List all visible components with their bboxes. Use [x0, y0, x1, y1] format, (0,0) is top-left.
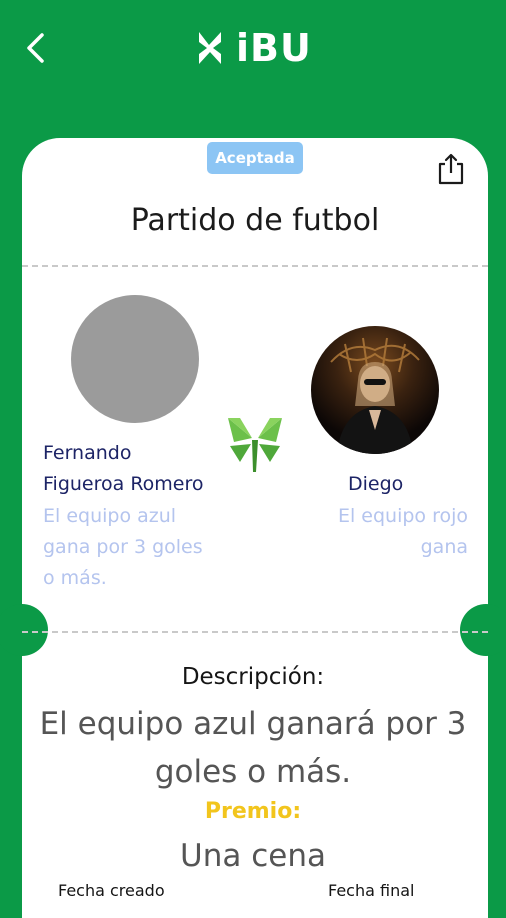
clover-logo-icon: [199, 32, 221, 64]
divider-ticket: [22, 631, 488, 633]
bet-title: Partido de futbol: [130, 203, 380, 238]
share-icon[interactable]: [436, 152, 466, 186]
ticket-notch-right: [460, 604, 506, 656]
description-text: El equipo azul ganará por 3 goles o más.: [30, 700, 476, 796]
right-player-condition-line1: El equipo rojo: [337, 505, 468, 527]
description-heading: Descripción:: [181, 664, 325, 690]
description-line2: goles o más.: [154, 754, 352, 790]
left-player-name-line2: Figueroa Romero: [43, 473, 204, 495]
avatar-left-player[interactable]: [71, 295, 199, 423]
avatar-right-player[interactable]: [311, 326, 439, 454]
brand-logo: iBU: [190, 28, 312, 68]
left-player-condition-line2: gana por 3 goles: [43, 536, 203, 558]
prize-heading: Premio:: [204, 799, 302, 824]
left-player-condition-line1: El equipo azul: [43, 505, 177, 527]
app-header: iBU: [0, 0, 506, 100]
left-player-name-line1: Fernando: [43, 442, 132, 464]
divider-top: [22, 265, 488, 267]
right-player-name: Diego: [348, 473, 404, 495]
description-line1: El equipo azul ganará por 3: [39, 706, 467, 742]
clover-icon: [228, 418, 282, 472]
brand-name: iBU: [236, 26, 312, 70]
left-player-condition-line3: o más.: [43, 567, 107, 589]
prize-value: Una cena: [180, 838, 326, 874]
right-player-condition-line2: gana: [420, 536, 468, 558]
avatar-photo: [330, 337, 420, 454]
status-badge: Aceptada: [207, 142, 303, 174]
back-chevron-icon[interactable]: [18, 30, 54, 66]
final-date-label: Fecha final: [328, 881, 415, 900]
created-date-label: Fecha creado: [58, 881, 165, 900]
